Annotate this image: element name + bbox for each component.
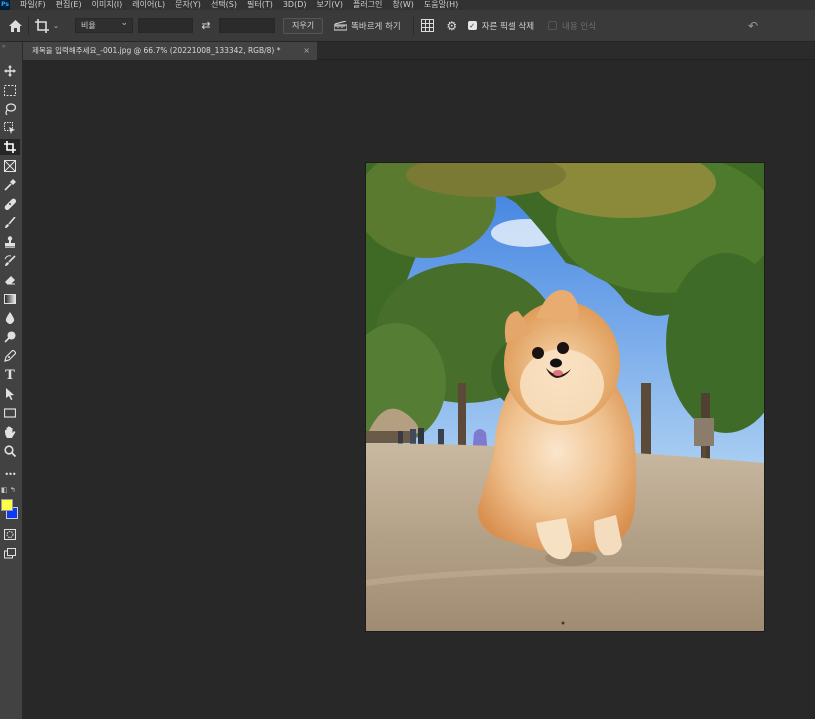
brush-tool-icon[interactable] (0, 215, 20, 231)
menu-bar: Ps 파일(F) 편집(E) 이미지(I) 레이어(L) 문자(Y) 선택(S)… (0, 0, 815, 10)
gear-icon[interactable]: ⚙ (442, 19, 462, 33)
canvas-workspace[interactable] (23, 61, 815, 719)
panel-grip-icon[interactable]: » (2, 43, 6, 50)
menu-filter[interactable]: 필터(T) (247, 0, 273, 10)
home-icon[interactable] (2, 19, 28, 32)
dodge-tool-icon[interactable] (0, 329, 20, 345)
swap-icon[interactable]: ⇄ (193, 19, 219, 32)
object-select-tool-icon[interactable] (0, 120, 20, 136)
pen-tool-icon[interactable] (0, 348, 20, 364)
crop-icon (34, 18, 49, 33)
quick-mask-icon[interactable] (0, 526, 20, 542)
screen-mode-icon[interactable] (0, 545, 20, 561)
options-bar: ⌄ 비율 ⇄ 지우기 똑바르게 하기 ⚙ ✓ 자른 픽셀 삭제 내용 인식 ↶ (0, 10, 815, 42)
ratio-height-input[interactable] (219, 18, 275, 33)
document-tab-bar: 제목을 입력해주세요_-001.jpg @ 66.7% (20221008_13… (23, 42, 815, 60)
rectangle-tool-icon[interactable] (0, 405, 20, 421)
menu-help[interactable]: 도움말(H) (424, 0, 458, 10)
chevron-down-icon: ⌄ (52, 21, 60, 30)
reset-icon[interactable]: ↶ (744, 19, 762, 33)
ratio-select-value: 비율 (81, 21, 96, 30)
photoshop-logo: Ps (0, 0, 10, 10)
content-aware-label[interactable]: 내용 인식 (562, 20, 596, 32)
menu-layer[interactable]: 레이어(L) (132, 0, 165, 10)
path-selection-tool-icon[interactable] (0, 386, 20, 402)
menu-edit[interactable]: 편집(E) (56, 0, 82, 10)
zoom-tool-icon[interactable] (0, 443, 20, 459)
crop-tool-icon[interactable] (0, 139, 20, 155)
close-icon[interactable]: × (303, 42, 310, 60)
delete-cropped-pixels-checkbox[interactable]: ✓ (467, 21, 477, 30)
move-tool-icon[interactable] (0, 63, 20, 79)
eraser-tool-icon[interactable] (0, 272, 20, 288)
menu-type[interactable]: 문자(Y) (175, 0, 201, 10)
tools-panel: » T ••• ◧ ↰ (0, 42, 23, 719)
more-tools-icon[interactable]: ••• (0, 466, 20, 482)
ratio-width-input[interactable] (138, 18, 193, 33)
menu-image[interactable]: 이미지(I) (92, 0, 123, 10)
frame-tool-icon[interactable] (0, 158, 20, 174)
hand-tool-icon[interactable] (0, 424, 20, 440)
eyedropper-tool-icon[interactable] (0, 177, 20, 193)
document-image[interactable] (366, 163, 764, 631)
gradient-tool-icon[interactable] (0, 291, 20, 307)
menu-plugins[interactable]: 플러그인 (353, 0, 382, 10)
delete-cropped-pixels-label[interactable]: 자른 픽셀 삭제 (482, 20, 534, 32)
default-colors-icon[interactable]: ◧ ↰ (1, 486, 16, 494)
straighten-icon[interactable] (329, 20, 351, 31)
overlay-grid-icon[interactable] (414, 19, 442, 32)
menu-3d[interactable]: 3D(D) (283, 0, 307, 10)
menu-window[interactable]: 창(W) (392, 0, 414, 10)
clone-stamp-tool-icon[interactable] (0, 234, 20, 250)
menu-view[interactable]: 보기(V) (317, 0, 343, 10)
clear-button[interactable]: 지우기 (283, 17, 324, 34)
foreground-color-swatch[interactable] (1, 499, 13, 511)
blur-tool-icon[interactable] (0, 310, 20, 326)
healing-brush-tool-icon[interactable] (0, 196, 20, 212)
menu-file[interactable]: 파일(F) (20, 0, 46, 10)
type-tool-icon[interactable]: T (0, 367, 20, 383)
menu-select[interactable]: 선택(S) (211, 0, 237, 10)
straighten-label[interactable]: 똑바르게 하기 (351, 20, 401, 32)
photo-pomeranian-in-park (366, 163, 764, 631)
marquee-tool-icon[interactable] (0, 82, 20, 98)
ratio-select[interactable]: 비율 (75, 17, 133, 33)
content-aware-checkbox[interactable] (548, 21, 558, 30)
history-brush-tool-icon[interactable] (0, 253, 20, 269)
lasso-tool-icon[interactable] (0, 101, 20, 117)
document-tab-title: 제목을 입력해주세요_-001.jpg @ 66.7% (20221008_13… (32, 46, 281, 55)
crop-tool-preset-picker[interactable]: ⌄ (29, 18, 65, 33)
document-tab[interactable]: 제목을 입력해주세요_-001.jpg @ 66.7% (20221008_13… (23, 42, 317, 60)
